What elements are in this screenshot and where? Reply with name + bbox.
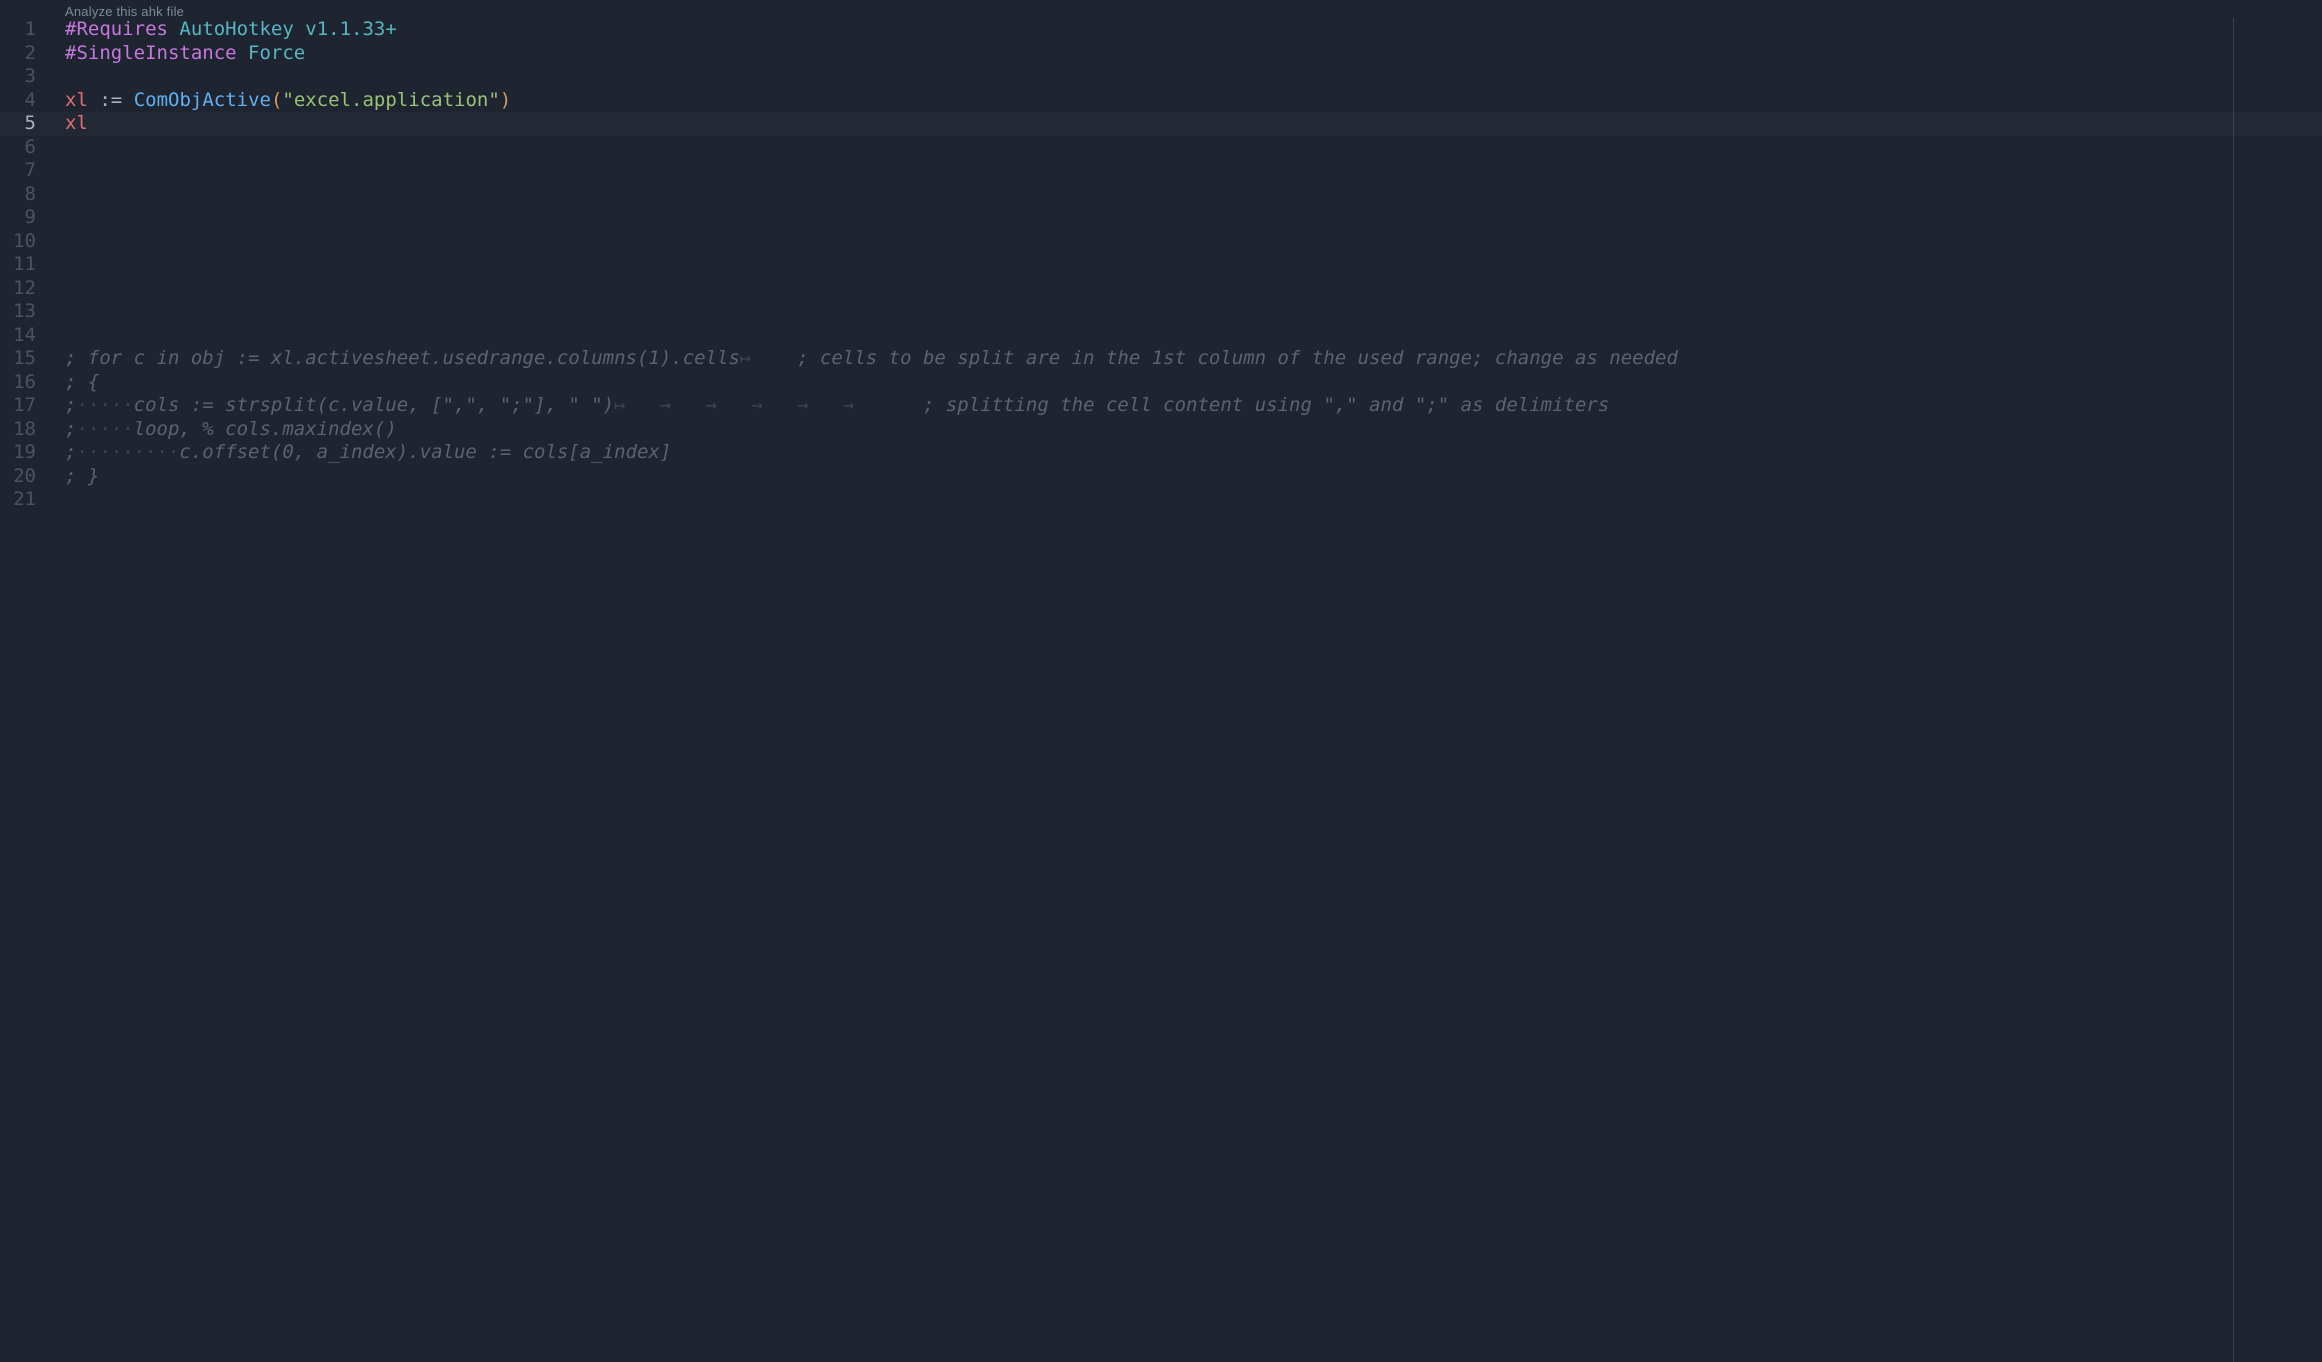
code-line[interactable] (65, 136, 2322, 160)
line-number: 9 (0, 206, 36, 230)
code-token: v1.1.33+ (305, 18, 397, 40)
code-line[interactable] (65, 206, 2322, 230)
line-number: 13 (0, 300, 36, 324)
code-token: ; (65, 394, 76, 416)
code-line[interactable]: ;·····loop, % cols.maxindex() (65, 418, 2322, 442)
code-token: cols := strsplit(c.value, [",", ";"], " … (134, 394, 614, 416)
code-line[interactable]: ;·····cols := strsplit(c.value, [",", ";… (65, 394, 2322, 418)
line-number: 17 (0, 394, 36, 418)
code-token (88, 89, 99, 111)
code-line[interactable]: xl := ComObjActive("excel.application") (65, 89, 2322, 113)
line-number: 12 (0, 277, 36, 301)
code-token: ; (65, 441, 76, 463)
line-number: 8 (0, 183, 36, 207)
code-token: ; cells to be split are in the 1st colum… (751, 347, 1678, 369)
code-token: xl (65, 89, 88, 111)
code-token: "excel.application" (282, 89, 499, 111)
code-token: xl (65, 112, 88, 134)
code-token (168, 18, 179, 40)
code-line[interactable]: ; for c in obj := xl.activesheet.usedran… (65, 347, 2322, 371)
code-token: ; } (65, 465, 99, 487)
line-number-gutter: 123456789101112131415161718192021 (0, 18, 50, 512)
code-token: ····· (76, 418, 133, 440)
line-number: 1 (0, 18, 36, 42)
code-token: := (99, 89, 122, 111)
code-editor[interactable]: 123456789101112131415161718192021 #Requi… (0, 18, 2322, 1362)
code-token: loop, % cols.maxindex() (134, 418, 397, 440)
code-token: ; (65, 418, 76, 440)
code-token: ; { (65, 371, 99, 393)
code-token: #Requires (65, 18, 168, 40)
code-token: ; splitting the cell content using "," a… (889, 394, 1610, 416)
code-line[interactable] (65, 488, 2322, 512)
code-line[interactable] (65, 277, 2322, 301)
code-token: ; for c in obj := xl.activesheet.usedran… (65, 347, 740, 369)
code-line[interactable]: ;·········c.offset(0, a_index).value := … (65, 441, 2322, 465)
code-line[interactable] (65, 230, 2322, 254)
code-line[interactable]: ; { (65, 371, 2322, 395)
line-number: 6 (0, 136, 36, 160)
code-token: ········· (76, 441, 179, 463)
line-number: 21 (0, 488, 36, 512)
line-number: 4 (0, 89, 36, 113)
code-line[interactable]: #SingleInstance Force (65, 42, 2322, 66)
code-line[interactable] (65, 65, 2322, 89)
code-token: ( (271, 89, 282, 111)
code-token: ····· (76, 394, 133, 416)
code-line[interactable] (65, 300, 2322, 324)
code-line[interactable] (65, 159, 2322, 183)
code-token: ) (500, 89, 511, 111)
line-number: 19 (0, 441, 36, 465)
line-number: 14 (0, 324, 36, 348)
code-token: AutoHotkey (179, 18, 293, 40)
code-line[interactable]: xl (0, 112, 2322, 136)
code-token: ↦ (740, 347, 751, 369)
code-token: c.offset(0, a_index).value := cols[a_ind… (179, 441, 671, 463)
line-number: 15 (0, 347, 36, 371)
line-number: 18 (0, 418, 36, 442)
line-number: 20 (0, 465, 36, 489)
code-line[interactable] (65, 324, 2322, 348)
code-token (237, 42, 248, 64)
line-number: 2 (0, 42, 36, 66)
code-token: Force (248, 42, 305, 64)
code-line[interactable]: #Requires AutoHotkey v1.1.33+ (65, 18, 2322, 42)
code-token: ↦ → → → → → (614, 394, 889, 416)
code-line[interactable] (65, 183, 2322, 207)
code-content[interactable]: #Requires AutoHotkey v1.1.33+#SingleInst… (65, 18, 2322, 512)
code-line[interactable]: ; } (65, 465, 2322, 489)
line-number: 16 (0, 371, 36, 395)
code-line[interactable] (65, 253, 2322, 277)
line-number: 10 (0, 230, 36, 254)
line-number: 7 (0, 159, 36, 183)
code-token (122, 89, 133, 111)
line-number: 3 (0, 65, 36, 89)
line-number: 11 (0, 253, 36, 277)
code-token (294, 18, 305, 40)
code-token: #SingleInstance (65, 42, 237, 64)
code-token: ComObjActive (134, 89, 271, 111)
